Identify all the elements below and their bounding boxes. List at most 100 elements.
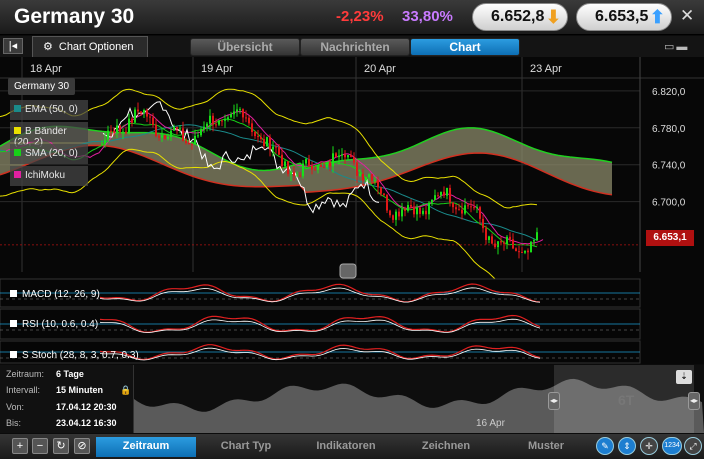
- candle-body: [236, 109, 238, 112]
- candle-body: [155, 124, 157, 137]
- range-handle-right[interactable]: ◂▸: [688, 392, 700, 410]
- tab-chart-type[interactable]: Chart Typ: [196, 437, 296, 457]
- candle-body: [458, 209, 460, 211]
- tab-chart[interactable]: Chart: [410, 38, 520, 56]
- candle-body: [101, 143, 103, 145]
- candle-body: [434, 195, 436, 200]
- candle-body: [170, 130, 172, 138]
- lock-icon[interactable]: 🔒: [120, 385, 131, 396]
- candle-body: [314, 169, 316, 171]
- instrument-title: Germany 30: [14, 5, 135, 28]
- candle-body: [452, 202, 454, 208]
- period-label: Zeitraum:: [6, 369, 45, 379]
- candle-body: [296, 175, 298, 177]
- candle-body: [224, 119, 226, 121]
- to-value: 23.04.12 16:30: [56, 418, 117, 428]
- tab-news[interactable]: Nachrichten: [300, 38, 410, 56]
- candle-body: [467, 205, 469, 207]
- window-layout-icon[interactable]: ▭▬: [664, 40, 689, 53]
- candle-body: [443, 191, 445, 196]
- gear-icon: ⚙: [43, 41, 53, 53]
- candle-body: [206, 123, 208, 127]
- price-chart-svg: 18 Apr 19 Apr 20 Apr 23 Apr 6.820,0 6.780,0 6.…: [0, 57, 704, 364]
- candle-body: [533, 240, 535, 242]
- legend-ichimoku[interactable]: IchiMoku: [10, 166, 88, 186]
- candle-body: [395, 211, 397, 220]
- indicator-macd-label[interactable]: MACD (12, 26, 9): [10, 289, 100, 300]
- candle-body: [356, 162, 358, 176]
- candle-body: [473, 207, 475, 209]
- candle-body: [299, 175, 301, 177]
- candle-body: [404, 209, 406, 211]
- tab-overview[interactable]: Übersicht: [190, 38, 300, 56]
- candle-body: [107, 130, 109, 140]
- y-tick-label: 6.700,0: [652, 198, 686, 209]
- zoom-in-icon[interactable]: +: [12, 438, 28, 454]
- candle-body: [179, 128, 181, 130]
- to-label: Bis:: [6, 418, 22, 428]
- tab-indicators[interactable]: Indikatoren: [296, 437, 396, 457]
- chart-area[interactable]: 18 Apr 19 Apr 20 Apr 23 Apr 6.820,0 6.780,0 6.…: [0, 57, 704, 364]
- crosshair-icon[interactable]: ✛: [640, 437, 658, 455]
- candle-body: [188, 142, 190, 145]
- download-icon[interactable]: ⇣: [676, 370, 692, 384]
- zoom-badge[interactable]: 1234: [662, 437, 682, 455]
- bottom-toolbar: + − ↻ ⊘ Zeitraum Chart Typ Indikatoren Z…: [0, 434, 704, 459]
- sell-price-button[interactable]: 6.652,8 ⬇: [472, 3, 568, 31]
- candle-body: [254, 132, 256, 137]
- candle-body: [260, 137, 262, 140]
- candle-body: [266, 137, 268, 147]
- candle-body: [200, 129, 202, 136]
- candle-body: [263, 139, 265, 147]
- close-icon[interactable]: ✕: [680, 6, 694, 26]
- candle-body: [125, 131, 127, 134]
- legend-bollinger[interactable]: B Bänder (20, 2): [10, 122, 88, 148]
- candle-body: [272, 146, 274, 150]
- candle-body: [233, 111, 235, 115]
- indicator-stoch-label[interactable]: S Stoch (28, 8, 3, 0.7, 0.3): [10, 350, 139, 361]
- up-down-icon[interactable]: ⇕: [618, 437, 636, 455]
- collapse-panel-icon[interactable]: |◂: [3, 38, 23, 54]
- buy-price-button[interactable]: 6.653,5 ⬆: [576, 3, 672, 31]
- candle-body: [152, 117, 154, 125]
- tab-patterns[interactable]: Muster: [496, 437, 596, 457]
- instrument-legend-label: Germany 30: [8, 78, 76, 95]
- fullscreen-icon[interactable]: ⤢: [684, 437, 702, 455]
- arrow-up-icon: ⬆: [649, 7, 665, 27]
- candle-body: [518, 251, 520, 253]
- candle-body: [422, 210, 424, 214]
- legend-ema[interactable]: EMA (50, 0): [10, 100, 88, 120]
- candle-body: [410, 205, 412, 207]
- from-label: Von:: [6, 402, 25, 412]
- candle-body: [446, 187, 448, 196]
- candle-body: [161, 135, 163, 138]
- zoom-out-icon[interactable]: −: [32, 438, 48, 454]
- candle-body: [158, 136, 160, 138]
- candle-body: [128, 118, 130, 134]
- navigator-date-label: 16 Apr: [476, 418, 505, 429]
- reset-icon[interactable]: ⊘: [74, 438, 90, 454]
- candle-body: [413, 206, 415, 215]
- indicator-rsi-label[interactable]: RSI (10, 0.6, 0.4): [10, 319, 98, 330]
- candle-body: [449, 187, 451, 203]
- candle-body: [455, 207, 457, 210]
- tab-draw[interactable]: Zeichnen: [396, 437, 496, 457]
- candle-body: [488, 236, 490, 240]
- interval-value[interactable]: 15 Minuten: [56, 385, 103, 395]
- candle-body: [431, 199, 433, 203]
- candle-body: [353, 156, 355, 163]
- candle-body: [419, 207, 421, 214]
- refresh-icon[interactable]: ↻: [53, 438, 69, 454]
- period-info-panel: Zeitraum: 6 Tage Intervall: 15 Minuten Von…: [0, 365, 134, 433]
- legend-sma[interactable]: SMA (20, 0): [10, 144, 88, 164]
- candle-body: [287, 161, 289, 174]
- range-handle-left[interactable]: ◂▸: [548, 392, 560, 410]
- tab-period[interactable]: Zeitraum: [96, 437, 196, 457]
- candle-body: [191, 144, 193, 146]
- chart-options-tab[interactable]: ⚙ Chart Optionen: [32, 36, 148, 57]
- candle-body: [530, 241, 532, 253]
- candle-body: [416, 207, 418, 215]
- candle-body: [380, 187, 382, 194]
- header-bar: Germany 30 -2,23% 33,80% 6.652,8 ⬇ 6.653…: [0, 0, 704, 35]
- pencil-icon[interactable]: ✎: [596, 437, 614, 455]
